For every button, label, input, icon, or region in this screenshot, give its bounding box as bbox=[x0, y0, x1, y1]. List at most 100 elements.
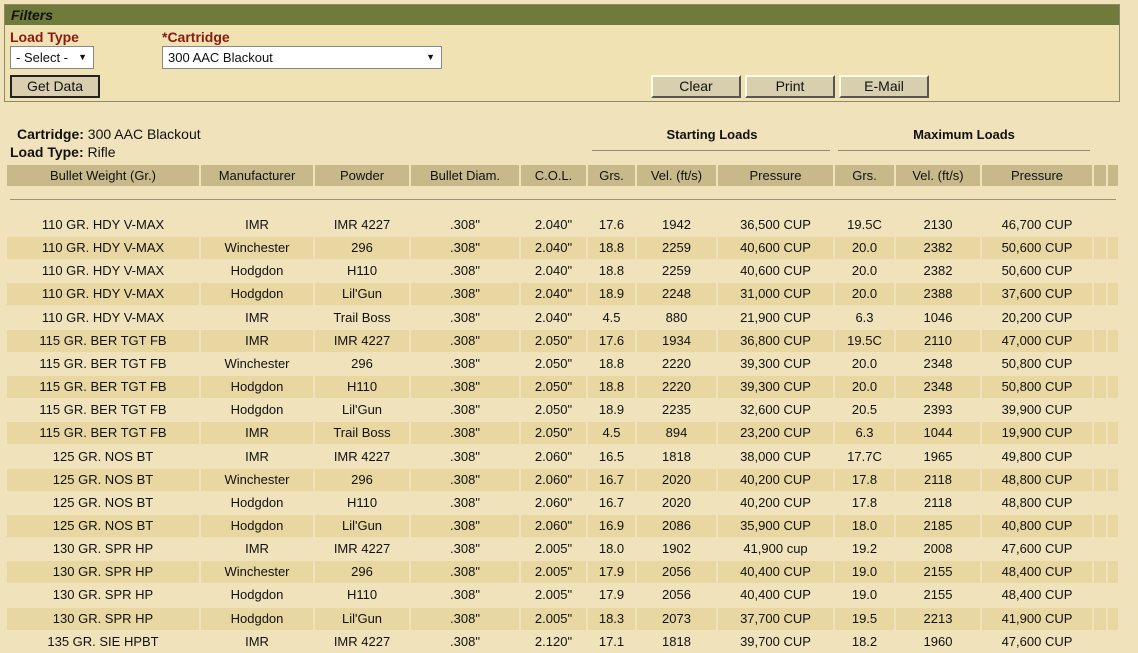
cell-background bbox=[1108, 422, 1118, 444]
cell-start-pressure: 21,900 CUP bbox=[740, 310, 811, 325]
cell-background bbox=[1094, 237, 1106, 259]
cell-powder: Lil'Gun bbox=[341, 518, 383, 533]
scrollbar[interactable] bbox=[1122, 0, 1138, 648]
column-header-powder: Powder bbox=[315, 165, 409, 186]
cell-background bbox=[1094, 353, 1106, 375]
cell-bullet-weight: 115 GR. BER TGT FB bbox=[39, 425, 167, 440]
cell-max-pressure: 19,900 CUP bbox=[1001, 425, 1073, 440]
cell-manufacturer: Winchester bbox=[224, 564, 290, 579]
table-divider bbox=[10, 199, 1116, 200]
cell-start-vel: 2056 bbox=[662, 564, 691, 579]
cell-powder: IMR 4227 bbox=[333, 333, 391, 348]
cell-powder: IMR 4227 bbox=[333, 217, 391, 232]
cell-max-vel: 2213 bbox=[923, 611, 953, 626]
table-row: 115 GR. BER TGT FB IMR IMR 4227 .308" 2.050"… bbox=[0, 330, 1120, 352]
cell-max-pressure: 48,800 CUP bbox=[1001, 495, 1073, 510]
cell-powder: 296 bbox=[351, 564, 373, 579]
cell-start-pressure: 39,700 CUP bbox=[740, 634, 811, 649]
cell-background bbox=[1108, 399, 1118, 421]
cell-background bbox=[1094, 515, 1106, 537]
cell-background bbox=[1094, 584, 1106, 606]
cell-bullet-diam: .308" bbox=[450, 402, 480, 417]
cell-max-grs: 20.0 bbox=[851, 286, 878, 301]
cell-start-grs: 18.8 bbox=[598, 379, 625, 394]
cell-bullet-weight: 130 GR. SPR HP bbox=[52, 611, 154, 626]
table-row: 110 GR. HDY V-MAX IMR Trail Boss .308" 2.040… bbox=[0, 307, 1120, 329]
cell-max-pressure: 50,800 CUP bbox=[1001, 379, 1073, 394]
cell-background bbox=[1094, 469, 1106, 491]
load-type-info-value: Rifle bbox=[87, 144, 116, 160]
cell-col: 2.050" bbox=[534, 356, 573, 371]
cell-bullet-weight: 130 GR. SPR HP bbox=[52, 587, 154, 602]
table-row: 130 GR. SPR HP Hodgdon H110 .308" 2.005" 17.9… bbox=[0, 584, 1120, 606]
cell-powder: H110 bbox=[346, 495, 378, 510]
cell-max-pressure: 49,800 CUP bbox=[1001, 449, 1073, 464]
cell-bullet-weight: 130 GR. SPR HP bbox=[52, 564, 154, 579]
cartridge-label: *Cartridge bbox=[162, 29, 230, 45]
cell-start-pressure: 40,400 CUP bbox=[740, 587, 811, 602]
cell-bullet-weight: 115 GR. BER TGT FB bbox=[39, 356, 167, 371]
cell-start-vel: 1818 bbox=[662, 449, 691, 464]
cell-bullet-weight: 135 GR. SIE HPBT bbox=[47, 634, 159, 649]
cartridge-info-value: 300 AAC Blackout bbox=[87, 126, 201, 142]
cell-background bbox=[1108, 469, 1118, 491]
column-header-spacer bbox=[1094, 165, 1106, 186]
cell-start-vel: 880 bbox=[665, 310, 688, 325]
cell-start-vel: 1942 bbox=[662, 217, 691, 232]
cell-start-grs: 17.1 bbox=[598, 634, 625, 649]
cell-start-pressure: 23,200 CUP bbox=[740, 425, 811, 440]
cell-max-grs: 18.0 bbox=[851, 518, 878, 533]
cell-max-grs: 19.0 bbox=[851, 587, 878, 602]
column-header-start-vel: Vel. (ft/s) bbox=[637, 165, 716, 186]
cell-manufacturer: Hodgdon bbox=[230, 379, 284, 394]
cell-max-pressure: 47,000 CUP bbox=[1001, 333, 1073, 348]
cell-background bbox=[1094, 631, 1106, 653]
cell-manufacturer: IMR bbox=[245, 425, 269, 440]
starting-loads-heading: Starting Loads bbox=[666, 127, 758, 142]
cell-powder: 296 bbox=[351, 240, 373, 255]
cell-background bbox=[1108, 608, 1118, 630]
cell-max-grs: 17.8 bbox=[851, 495, 878, 510]
cell-background bbox=[1094, 376, 1106, 398]
cell-max-vel: 2110 bbox=[924, 333, 952, 348]
cell-start-grs: 16.7 bbox=[598, 472, 625, 487]
cell-start-pressure: 32,600 CUP bbox=[740, 402, 811, 417]
get-data-button[interactable]: Get Data bbox=[10, 75, 100, 98]
clear-button[interactable]: Clear bbox=[651, 75, 741, 98]
cell-start-vel: 2086 bbox=[662, 518, 691, 533]
cell-powder: H110 bbox=[346, 587, 378, 602]
cell-manufacturer: Winchester bbox=[224, 356, 290, 371]
cell-background bbox=[1108, 237, 1118, 259]
cell-powder: H110 bbox=[346, 379, 378, 394]
cell-background bbox=[1108, 330, 1118, 352]
cell-max-grs: 19.0 bbox=[851, 564, 878, 579]
table-row: 125 GR. NOS BT IMR IMR 4227 .308" 2.060" 16.5… bbox=[0, 446, 1120, 468]
cell-bullet-diam: .308" bbox=[450, 541, 480, 556]
cell-start-pressure: 36,500 CUP bbox=[740, 217, 811, 232]
cartridge-select[interactable]: 300 AAC Blackout ▼ bbox=[162, 46, 442, 69]
cell-start-pressure: 31,000 CUP bbox=[740, 286, 811, 301]
cell-start-vel: 1902 bbox=[662, 541, 691, 556]
cell-max-grs: 17.8 bbox=[851, 472, 878, 487]
cell-max-vel: 2185 bbox=[923, 518, 953, 533]
cell-max-vel: 1044 bbox=[923, 425, 953, 440]
cell-background bbox=[1094, 446, 1106, 468]
cell-start-pressure: 37,700 CUP bbox=[740, 611, 811, 626]
cell-bullet-weight: 115 GR. BER TGT FB bbox=[39, 402, 167, 417]
print-button[interactable]: Print bbox=[745, 75, 835, 98]
cell-start-pressure: 40,400 CUP bbox=[740, 564, 811, 579]
load-type-select[interactable]: - Select - ▼ bbox=[10, 46, 94, 69]
column-header-max-pressure: Pressure bbox=[982, 165, 1092, 186]
cell-bullet-diam: .308" bbox=[450, 472, 480, 487]
cell-max-pressure: 50,600 CUP bbox=[1001, 240, 1073, 255]
cell-manufacturer: IMR bbox=[245, 634, 269, 649]
table-row: 125 GR. NOS BT Hodgdon H110 .308" 2.060" 16.7… bbox=[0, 492, 1120, 514]
email-button[interactable]: E-Mail bbox=[839, 75, 929, 98]
cell-background bbox=[1108, 214, 1118, 236]
table-row: 130 GR. SPR HP IMR IMR 4227 .308" 2.005" 18.0… bbox=[0, 538, 1120, 560]
cell-max-vel: 2388 bbox=[923, 286, 953, 301]
cell-background bbox=[1094, 538, 1106, 560]
cell-max-pressure: 48,800 CUP bbox=[1001, 472, 1073, 487]
cell-max-vel: 2393 bbox=[923, 402, 953, 417]
cell-col: 2.040" bbox=[534, 217, 573, 232]
